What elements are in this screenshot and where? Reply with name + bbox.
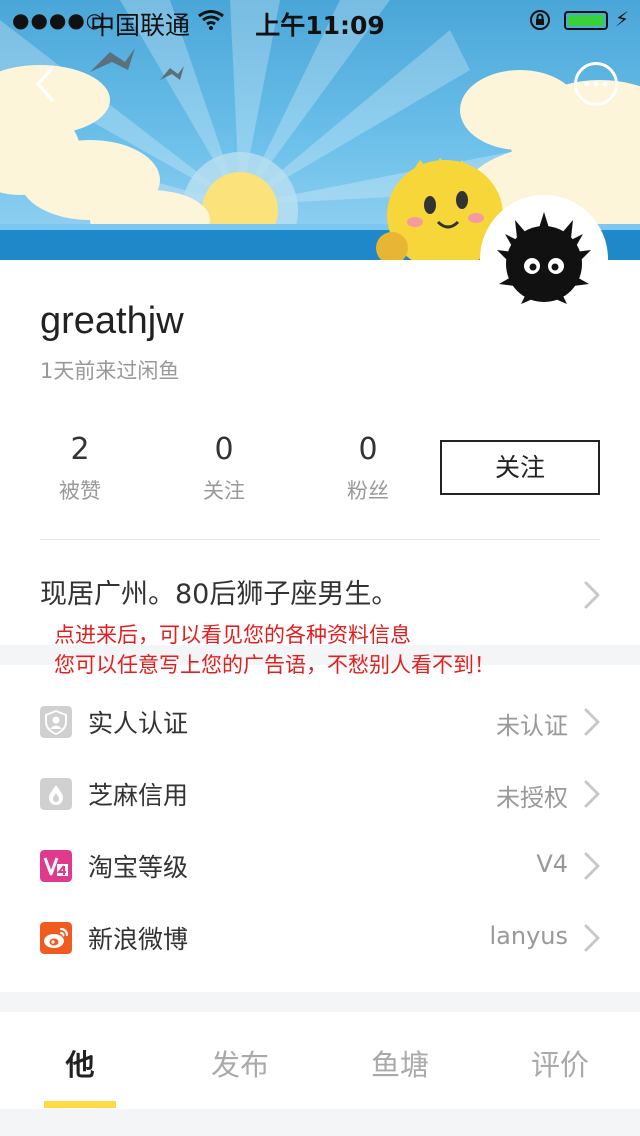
tab-reviews[interactable]: 评价 (480, 1042, 640, 1084)
charging-icon: ⚡ (615, 7, 630, 31)
row-sina-weibo[interactable]: 新浪微博 lanyus (0, 902, 640, 974)
promo-annotation: 点进来后，可以看见您的各种资料信息 您可以任意写上您的广告语，不愁别人看不到！ (54, 620, 495, 680)
row-label: 新浪微博 (88, 925, 189, 954)
stat-likes-label: 被赞 (59, 479, 101, 503)
username: greathjw (40, 300, 184, 342)
taobao-level-icon (40, 850, 72, 882)
row-sesame-credit[interactable]: 芝麻信用 未授权 (0, 758, 640, 830)
soot-sprite-avatar-icon (497, 212, 591, 304)
row-label: 芝麻信用 (88, 781, 189, 810)
active-tab-indicator (44, 1101, 116, 1108)
bottom-spacer (0, 1109, 640, 1136)
chevron-right-icon (584, 780, 600, 808)
more-dots-icon (584, 81, 608, 87)
row-value: V4 (536, 850, 568, 878)
stat-likes[interactable]: 2 被赞 (30, 432, 130, 505)
row-taobao-level[interactable]: 淘宝等级 V4 (0, 830, 640, 902)
stat-following[interactable]: 0 关注 (174, 432, 274, 505)
weibo-icon (40, 922, 72, 954)
stat-following-label: 关注 (203, 479, 245, 503)
stat-followers-label: 粉丝 (347, 479, 389, 503)
back-button[interactable] (28, 62, 68, 106)
avatar[interactable] (480, 195, 608, 323)
annotation-line-1: 点进来后，可以看见您的各种资料信息 (54, 623, 411, 647)
annotation-line-2: 您可以任意写上您的广告语，不愁别人看不到！ (54, 653, 495, 677)
profile-tabs: 他 发布 鱼塘 评价 (0, 1012, 640, 1109)
row-value: 未认证 (496, 712, 568, 740)
tab-fish-pond[interactable]: 鱼塘 (320, 1042, 480, 1084)
status-bar: ●●●●○ 中国联通 上午11:09 ⚡ (0, 0, 640, 40)
more-button[interactable] (574, 62, 618, 106)
tab-him[interactable]: 他 (0, 1042, 160, 1084)
chevron-left-icon (36, 66, 54, 102)
stat-followers[interactable]: 0 粉丝 (318, 432, 418, 505)
battery-icon (564, 11, 608, 30)
stat-followers-value: 0 (358, 432, 378, 467)
stat-likes-value: 2 (70, 432, 90, 467)
sesame-credit-icon (40, 778, 72, 810)
divider (40, 539, 600, 540)
bio-text[interactable]: 现居广州。80后狮子座男生。 (40, 572, 398, 611)
row-value: lanyus (489, 922, 568, 950)
chevron-right-icon (584, 708, 600, 736)
follow-button[interactable]: 关注 (440, 440, 600, 495)
row-label: 淘宝等级 (88, 853, 189, 882)
stat-following-value: 0 (214, 432, 234, 467)
chevron-right-icon (584, 581, 600, 609)
row-identity-verification[interactable]: 实人认证 未认证 (0, 686, 640, 758)
verified-person-icon (40, 706, 72, 738)
chevron-right-icon (584, 924, 600, 952)
info-list: 实人认证 未认证 芝麻信用 未授权 淘宝等级 V4 新浪微博 lanyus (0, 665, 640, 992)
row-label: 实人认证 (88, 709, 189, 738)
row-value: 未授权 (496, 784, 568, 812)
chevron-right-icon (584, 852, 600, 880)
last-seen-text: 1天前来过闲鱼 (40, 359, 180, 383)
tab-published[interactable]: 发布 (160, 1042, 320, 1084)
